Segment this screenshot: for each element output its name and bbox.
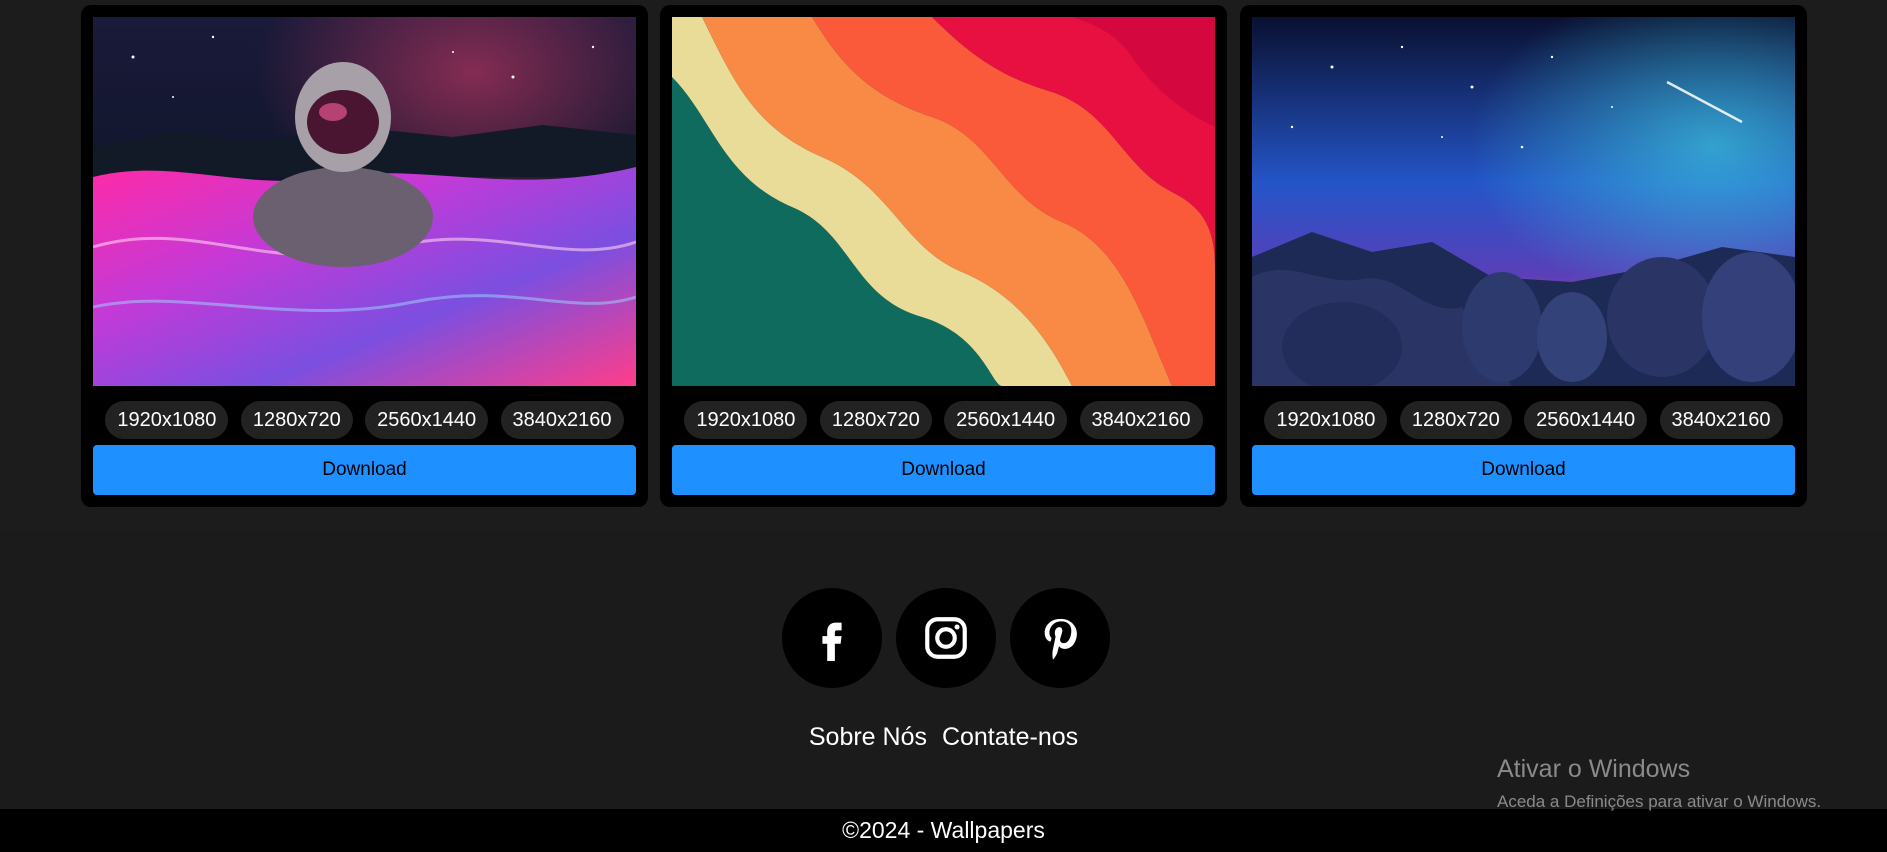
copyright-bar: ©2024 - Wallpapers [0,809,1887,852]
pinterest-link[interactable] [1010,588,1110,688]
wallpaper-card: 1920x1080 1280x720 2560x1440 3840x2160 D… [660,5,1227,507]
resolution-option[interactable]: 2560x1440 [944,401,1068,439]
resolution-option[interactable]: 1280x720 [240,401,353,439]
watermark-subtitle: Aceda a Definições para ativar o Windows… [1497,792,1822,811]
contact-link[interactable]: Contate-nos [942,723,1078,751]
resolution-list: 1920x1080 1280x720 2560x1440 3840x2160 [93,401,636,439]
download-button[interactable]: Download [93,445,636,495]
download-button[interactable]: Download [1252,445,1795,495]
resolution-option[interactable]: 3840x2160 [1079,401,1203,439]
resolution-option[interactable]: 1920x1080 [1264,401,1388,439]
wallpaper-thumbnail[interactable] [93,17,636,386]
wallpaper-gallery: 1920x1080 1280x720 2560x1440 3840x2160 D… [0,0,1887,531]
wallpaper-thumbnail[interactable] [672,17,1215,386]
download-button[interactable]: Download [672,445,1215,495]
wallpaper-card: 1920x1080 1280x720 2560x1440 3840x2160 D… [81,5,648,507]
footer-links: Sobre Nós Contate-nos [0,723,1887,752]
resolution-option[interactable]: 1280x720 [1399,401,1512,439]
pinterest-icon [1044,618,1077,660]
instagram-icon [925,617,967,659]
wallpaper-thumbnail[interactable] [1252,17,1795,386]
windows-activation-watermark: Ativar o Windows Aceda a Definições para… [1497,755,1821,812]
instagram-link[interactable] [896,588,996,688]
facebook-icon [822,622,842,661]
about-link[interactable]: Sobre Nós [809,723,927,751]
watermark-title: Ativar o Windows [1497,755,1691,783]
wallpaper-card: 1920x1080 1280x720 2560x1440 3840x2160 D… [1240,5,1807,507]
resolution-option[interactable]: 1280x720 [819,401,932,439]
resolution-option[interactable]: 2560x1440 [365,401,489,439]
resolution-option[interactable]: 2560x1440 [1524,401,1648,439]
resolution-option[interactable]: 1920x1080 [105,401,229,439]
resolution-option[interactable]: 3840x2160 [500,401,624,439]
resolution-list: 1920x1080 1280x720 2560x1440 3840x2160 [672,401,1215,439]
social-links [782,588,1110,688]
facebook-link[interactable] [782,588,882,688]
resolution-list: 1920x1080 1280x720 2560x1440 3840x2160 [1252,401,1795,439]
resolution-option[interactable]: 1920x1080 [684,401,808,439]
resolution-option[interactable]: 3840x2160 [1659,401,1783,439]
